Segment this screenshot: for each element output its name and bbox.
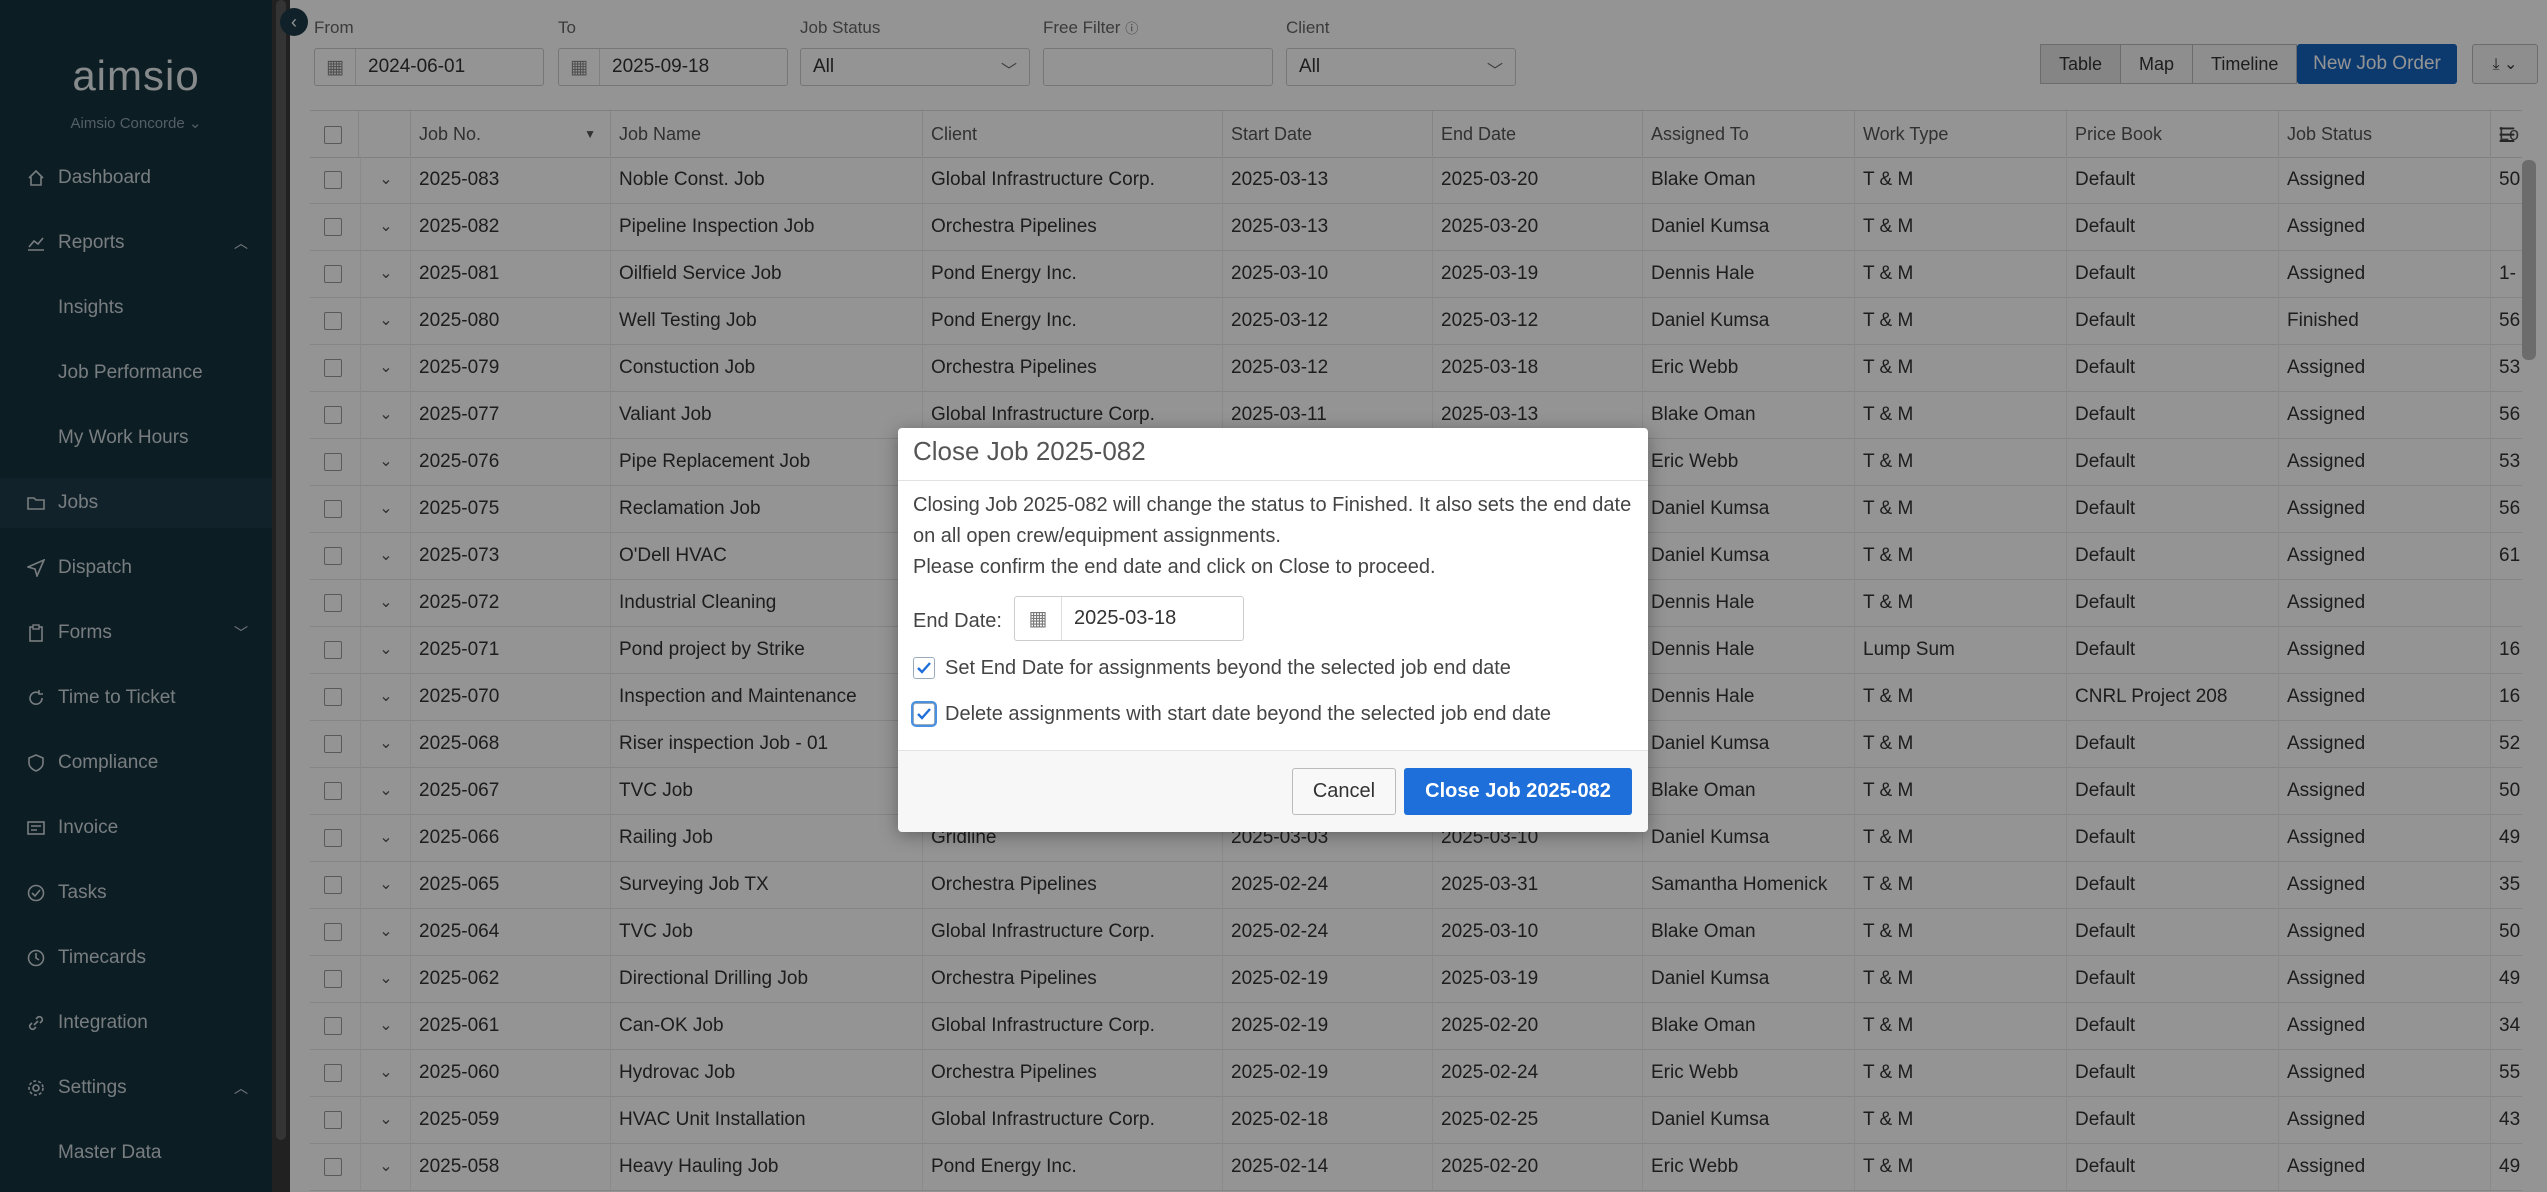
end-date-label: End Date: <box>913 610 1002 632</box>
close-job-button[interactable]: Close Job 2025-082 <box>1404 768 1632 815</box>
dialog-message: Closing Job 2025-082 will change the sta… <box>913 494 1632 578</box>
end-date-input[interactable]: ▦ 2025-03-18 <box>1014 596 1244 641</box>
delete-assignments-option: Delete assignments with start date beyon… <box>913 699 1551 729</box>
close-job-dialog: Close Job 2025-082 Closing Job 2025-082 … <box>898 428 1648 832</box>
dialog-title: Close Job 2025-082 <box>913 436 1146 466</box>
set-end-date-checkbox[interactable] <box>913 657 935 679</box>
set-end-date-option: Set End Date for assignments beyond the … <box>913 653 1511 683</box>
calendar-icon: ▦ <box>1015 597 1062 640</box>
delete-assignments-checkbox[interactable] <box>913 703 935 725</box>
cancel-button[interactable]: Cancel <box>1292 768 1396 815</box>
